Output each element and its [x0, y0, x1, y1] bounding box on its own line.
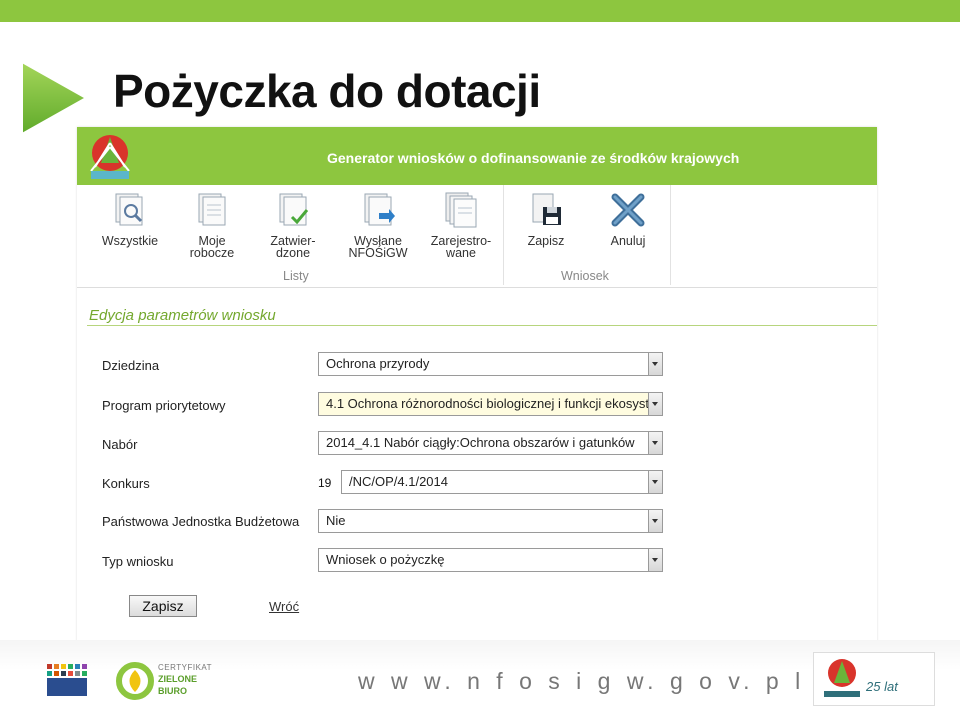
cert-label-3: BIURO — [158, 686, 187, 696]
ribbon-cancel-button[interactable]: Anuluj — [593, 191, 663, 247]
field-label-call: Nabór — [102, 437, 138, 452]
document-stack-icon — [445, 192, 477, 228]
ribbon-toolbar: Wszystkie Moje robocze Zatwier- dzone Wy… — [77, 185, 877, 288]
ribbon-approved-label: Zatwier- dzone — [270, 234, 316, 260]
ribbon-save-label: Zapisz — [527, 234, 565, 248]
app-header: Generator wniosków o dofinansowanie ze ś… — [77, 127, 877, 185]
field-label-program: Program priorytetowy — [102, 398, 226, 413]
form-save-button[interactable]: Zapisz — [129, 595, 197, 617]
chevron-down-icon[interactable] — [648, 353, 662, 375]
ribbon-registered-label: Zarejestro- wane — [430, 234, 492, 260]
ribbon-save-button[interactable]: Zapisz — [511, 191, 581, 247]
cancel-x-icon — [611, 193, 645, 227]
years-label: 25 lat — [866, 679, 898, 694]
chevron-down-icon[interactable] — [648, 549, 662, 571]
ribbon-separator — [670, 185, 671, 285]
chevron-down-icon[interactable] — [648, 510, 662, 532]
ribbon-sent-label: Wysłane NFOŚiGW — [348, 234, 408, 260]
domain-select-value: Ochrona przyrody — [326, 356, 430, 371]
document-check-icon — [279, 193, 309, 226]
section-divider — [87, 325, 877, 326]
chevron-down-icon[interactable] — [648, 432, 662, 454]
save-disk-icon — [532, 193, 561, 225]
call-select[interactable]: 2014_4.1 Nabór ciągły:Ochrona obszarów i… — [318, 431, 663, 455]
play-arrow-icon — [21, 60, 89, 136]
document-icon — [198, 193, 226, 226]
ribbon-separator — [503, 185, 504, 285]
epa-logo-icon — [47, 664, 87, 696]
ribbon-sent-button[interactable]: Wysłane NFOŚiGW — [343, 191, 413, 259]
budget-unit-select[interactable]: Nie — [318, 509, 663, 533]
budget-unit-select-value: Nie — [326, 513, 346, 528]
document-send-icon — [364, 193, 395, 226]
competition-number: 19 — [318, 476, 332, 490]
leaf-circle-icon — [116, 662, 154, 700]
slide-title: Pożyczka do dotacji — [113, 65, 541, 117]
ribbon-my-drafts-label: Moje robocze — [189, 234, 235, 260]
cert-label-2: ZIELONE — [158, 674, 198, 684]
app-header-title: Generator wniosków o dofinansowanie ze ś… — [327, 150, 740, 166]
application-type-select-value: Wniosek o pożyczkę — [326, 552, 445, 567]
ribbon-group-application: Wniosek — [561, 269, 609, 283]
field-label-competition: Konkurs — [102, 476, 150, 491]
nfosigw-25-years-logo: 25 lat — [813, 652, 935, 706]
field-label-budget-unit: Państwowa Jednostka Budżetowa — [102, 514, 300, 529]
document-search-icon — [115, 193, 143, 226]
competition-select-value: /NC/OP/4.1/2014 — [349, 474, 448, 489]
field-label-application-type: Typ wniosku — [102, 554, 174, 569]
chevron-down-icon[interactable] — [648, 393, 662, 415]
back-link[interactable]: Wróć — [269, 599, 299, 614]
section-title: Edycja parametrów wniosku — [89, 307, 276, 324]
ribbon-all-button[interactable]: Wszystkie — [95, 191, 165, 247]
ribbon-approved-button[interactable]: Zatwier- dzone — [258, 191, 328, 259]
ribbon-all-label: Wszystkie — [101, 234, 159, 248]
app-window: Generator wniosków o dofinansowanie ze ś… — [77, 127, 877, 660]
nfosigw-emblem-icon — [824, 659, 860, 697]
green-office-certificate: CERTYFIKAT ZIELONE BIURO — [116, 662, 226, 702]
ribbon-cancel-label: Anuluj — [610, 234, 646, 248]
ribbon-my-drafts-button[interactable]: Moje robocze — [177, 191, 247, 259]
ribbon-registered-button[interactable]: Zarejestro- wane — [426, 191, 496, 259]
program-select-value: 4.1 Ochrona różnorodności biologicznej i… — [326, 396, 662, 411]
application-type-select[interactable]: Wniosek o pożyczkę — [318, 548, 663, 572]
domain-select[interactable]: Ochrona przyrody — [318, 352, 663, 376]
field-label-domain: Dziedzina — [102, 358, 160, 373]
chevron-down-icon[interactable] — [648, 471, 662, 493]
ribbon-group-lists: Listy — [283, 269, 309, 283]
slide-top-bar — [0, 0, 960, 22]
footer-url: w w w. n f o s i g w. g o v. p l — [358, 668, 806, 694]
nfosigw-logo-icon — [90, 135, 130, 179]
competition-select[interactable]: /NC/OP/4.1/2014 — [341, 470, 663, 494]
program-select[interactable]: 4.1 Ochrona różnorodności biologicznej i… — [318, 392, 663, 416]
call-select-value: 2014_4.1 Nabór ciągły:Ochrona obszarów i… — [326, 435, 635, 450]
cert-label-1: CERTYFIKAT — [158, 663, 213, 672]
